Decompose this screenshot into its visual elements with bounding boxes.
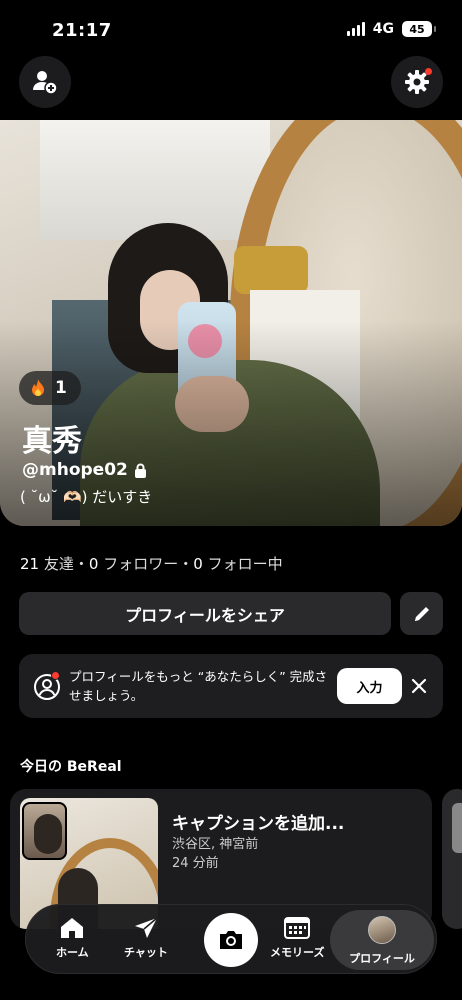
edit-profile-button[interactable] — [400, 592, 443, 635]
add-caption[interactable]: キャプションを追加... — [172, 809, 344, 834]
post-location: 渋谷区, 神宮前 — [172, 837, 259, 852]
profile-handle: @mhope02 — [22, 460, 128, 480]
settings-button[interactable] — [391, 56, 443, 108]
add-user-icon — [33, 71, 58, 95]
camera-icon — [220, 931, 242, 949]
close-icon[interactable] — [409, 676, 429, 696]
section-title: 今日の BeReal — [20, 759, 122, 775]
pencil-icon — [414, 606, 429, 621]
calendar-icon — [284, 917, 311, 939]
followers-stat[interactable]: 0 フォロワー — [89, 555, 178, 573]
nav-profile[interactable]: プロフィール — [330, 910, 434, 970]
avatar — [368, 916, 396, 944]
profile-stats: 21 友達・0 フォロワー・0 フォロー中 — [20, 555, 283, 573]
share-profile-button[interactable]: プロフィールをシェア — [19, 592, 391, 635]
camera-button[interactable] — [204, 913, 258, 967]
status-bar: 21:17 4G 45 — [0, 0, 462, 56]
streak-badge[interactable]: 1 — [19, 371, 81, 405]
network-type: 4G — [372, 21, 394, 37]
complete-profile-text: プロフィールをもっと “あなたらしく” 完成させましょう。 — [69, 669, 328, 703]
flame-icon — [32, 379, 44, 396]
add-friend-button[interactable] — [19, 56, 71, 108]
friends-stat[interactable]: 21 友達 — [20, 555, 74, 573]
bottom-nav: ホーム チャット メモリーズ プロフィール — [25, 904, 437, 974]
notification-dot — [51, 671, 60, 680]
post-selfie-thumbnail[interactable] — [22, 802, 67, 860]
next-post-card[interactable] — [442, 789, 462, 929]
lock-icon — [134, 463, 146, 478]
status-indicators: 4G 45 — [346, 21, 436, 37]
input-button[interactable]: 入力 — [337, 668, 402, 704]
nav-home[interactable]: ホーム — [56, 916, 89, 960]
post-time: 24 分前 — [172, 856, 219, 871]
home-icon — [61, 918, 84, 938]
send-icon — [134, 917, 158, 938]
battery-icon: 45 — [402, 21, 436, 37]
streak-count: 1 — [55, 378, 67, 398]
following-stat[interactable]: 0 フォロー中 — [193, 555, 282, 573]
nav-memories[interactable]: メモリーズ — [270, 916, 324, 960]
profile-handle-row: @mhope02 — [22, 460, 147, 480]
nav-chat[interactable]: チャット — [124, 916, 168, 960]
battery-level: 45 — [409, 22, 425, 36]
profile-name: 真秀 — [22, 424, 82, 459]
notification-dot — [425, 68, 432, 75]
signal-icon — [346, 22, 365, 36]
profile-bio: ( ˘ω˘ 🫶🏻) だいすき — [20, 488, 153, 506]
complete-profile-card: プロフィールをもっと “あなたらしく” 完成させましょう。 入力 — [19, 654, 443, 718]
status-time: 21:17 — [52, 20, 112, 41]
